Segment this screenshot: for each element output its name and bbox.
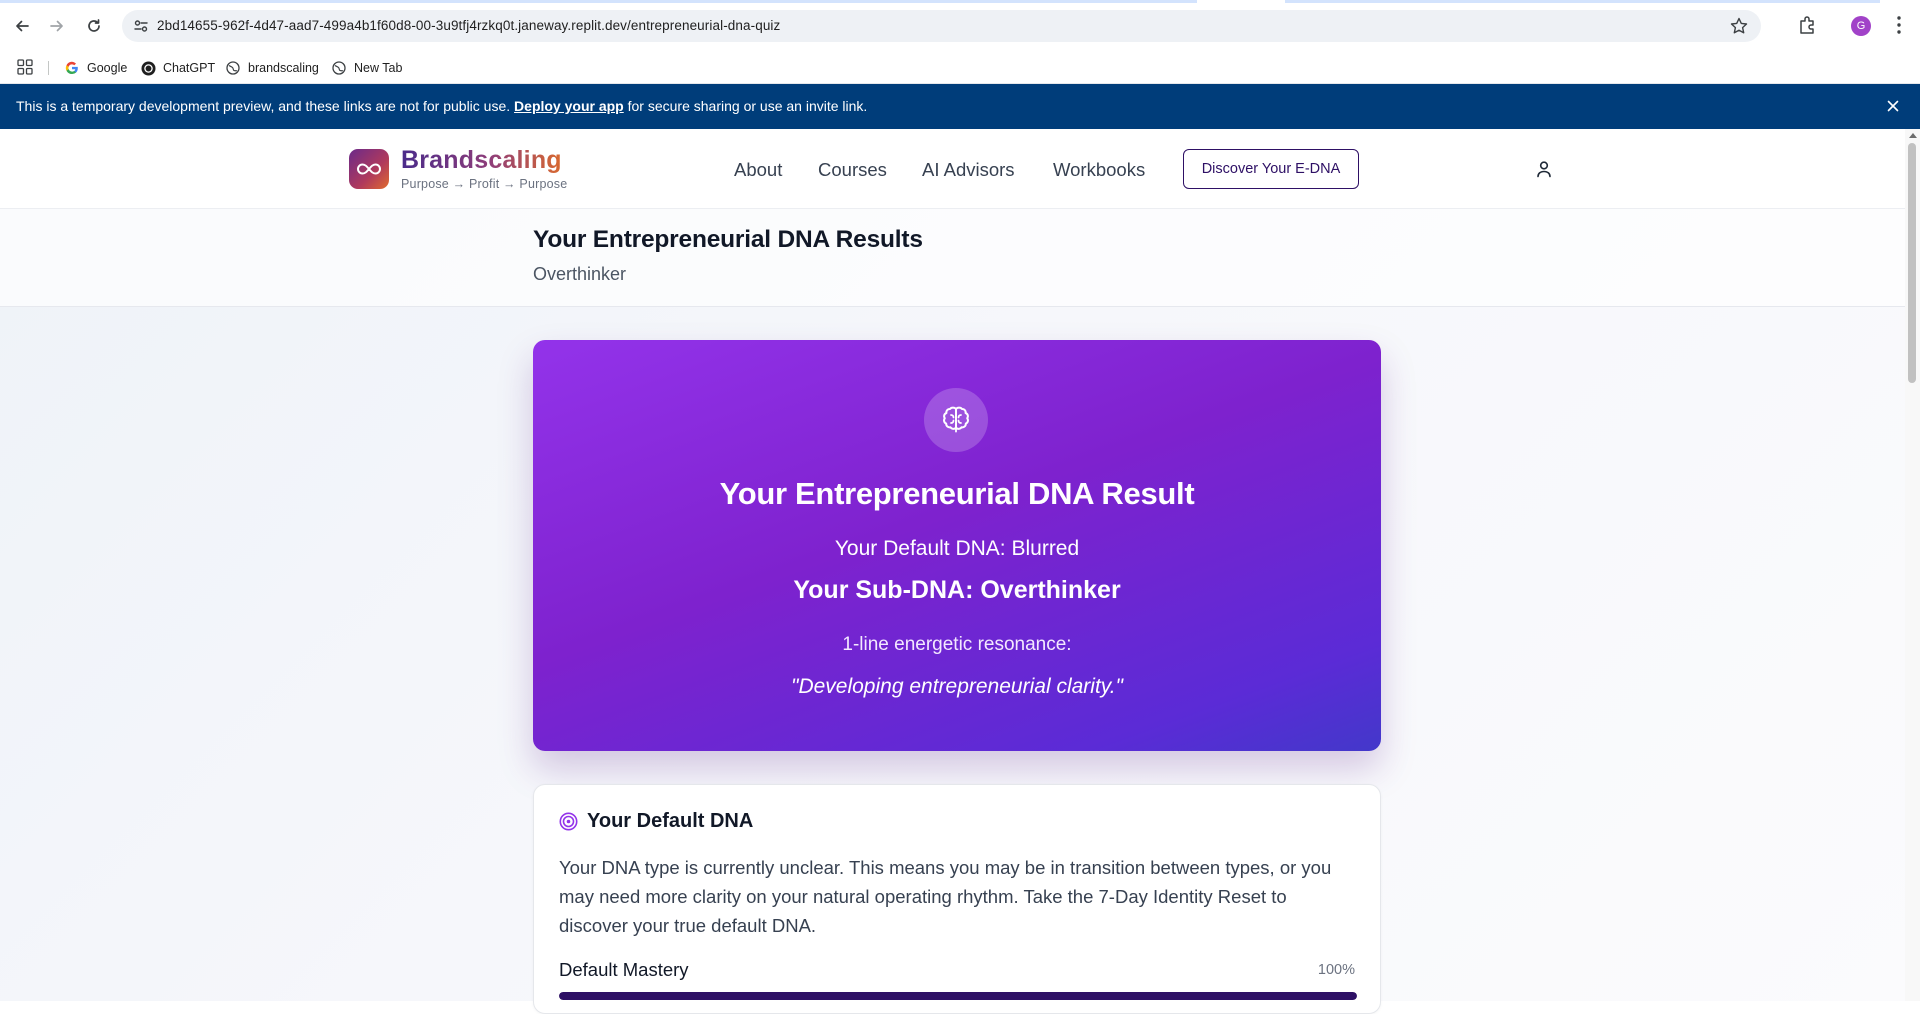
mastery-label: Default Mastery <box>559 959 689 980</box>
address-bar[interactable]: 2bd14655-962f-4d47-aad7-499a4b1f60d8-00-… <box>122 10 1761 42</box>
dna-result-card: Your Entrepreneurial DNA Result Your Def… <box>533 340 1381 751</box>
bookmark-star-icon[interactable] <box>1729 16 1749 36</box>
globe-icon <box>225 60 241 76</box>
mastery-progress-bar <box>559 992 1357 1000</box>
chatgpt-icon <box>140 60 156 76</box>
site-info-icon[interactable] <box>132 17 150 35</box>
extensions-icon[interactable] <box>1796 14 1818 36</box>
page-subtitle: Overthinker <box>533 264 627 284</box>
default-dna-title: Your Default DNA <box>587 810 754 832</box>
bookmark-label: Google <box>87 61 128 75</box>
url-text[interactable]: 2bd14655-962f-4d47-aad7-499a4b1f60d8-00-… <box>157 18 780 33</box>
page-scrollbar[interactable] <box>1905 129 1920 1001</box>
bookmark-new-tab[interactable]: New Tab <box>331 58 402 78</box>
close-icon[interactable] <box>1885 98 1901 114</box>
bookmark-chatgpt[interactable]: ChatGPT <box>140 58 215 78</box>
forward-button[interactable] <box>43 12 71 40</box>
results-header: Your Entrepreneurial DNA Results Overthi… <box>0 209 1920 307</box>
resonance-quote: "Developing entrepreneurial clarity." <box>790 675 1124 698</box>
banner-text-before: This is a temporary development preview,… <box>16 98 511 114</box>
reload-icon <box>88 19 100 32</box>
bookmark-brandscaling[interactable]: brandscaling <box>225 58 319 78</box>
mastery-progress-fill <box>559 992 1357 1000</box>
bookmark-google[interactable]: Google <box>64 58 127 78</box>
target-icon <box>559 812 578 831</box>
globe-icon <box>331 60 347 76</box>
brand-name[interactable]: Brandscaling <box>401 146 562 175</box>
result-heading: Your Entrepreneurial DNA Result <box>719 476 1195 511</box>
brain-icon <box>943 406 969 433</box>
dev-preview-banner: This is a temporary development preview,… <box>0 84 1920 129</box>
bookmarks-separator <box>48 61 49 75</box>
banner-text-after: for secure sharing or use an invite link… <box>627 98 868 114</box>
brand-logo[interactable] <box>349 149 389 189</box>
tab-strip-hint <box>0 0 1197 3</box>
page-title: Your Entrepreneurial DNA Results <box>533 226 923 253</box>
nav-courses[interactable]: Courses <box>818 159 887 181</box>
infinity-icon <box>357 163 381 175</box>
scroll-up-arrow-icon[interactable] <box>1909 133 1917 138</box>
forward-arrow-icon <box>50 20 63 32</box>
deploy-app-link[interactable]: Deploy your app <box>514 98 624 114</box>
back-button[interactable] <box>8 12 36 40</box>
google-icon <box>64 60 80 76</box>
scrollbar-thumb[interactable] <box>1908 143 1916 383</box>
back-arrow-icon <box>16 20 29 32</box>
tab-strip-hint <box>1285 0 1880 3</box>
page-content: Brandscaling Purpose → Profit → Purpose … <box>0 129 1920 1014</box>
browser-menu-icon[interactable] <box>1896 14 1902 36</box>
reload-button[interactable] <box>80 12 108 40</box>
site-header: Brandscaling Purpose → Profit → Purpose … <box>0 129 1920 209</box>
nav-workbooks[interactable]: Workbooks <box>1053 159 1145 181</box>
resonance-label: 1-line energetic resonance: <box>842 634 1072 655</box>
apps-grid-icon[interactable] <box>17 59 33 75</box>
brain-icon-badge <box>924 388 988 452</box>
banner-text: This is a temporary development preview,… <box>16 98 867 114</box>
user-icon[interactable] <box>1536 160 1552 178</box>
bookmark-label: brandscaling <box>248 61 319 75</box>
nav-about[interactable]: About <box>734 159 782 181</box>
bookmark-label: ChatGPT <box>163 61 216 75</box>
sub-dna-line: Your Sub-DNA: Overthinker <box>793 576 1121 604</box>
profile-avatar[interactable]: G <box>1851 16 1871 36</box>
browser-toolbar: 2bd14655-962f-4d47-aad7-499a4b1f60d8-00-… <box>0 0 1920 51</box>
nav-ai-advisors[interactable]: AI Advisors <box>922 159 1015 181</box>
discover-edna-button[interactable]: Discover Your E-DNA <box>1183 149 1359 189</box>
mastery-value: 100% <box>1317 962 1355 978</box>
default-dna-description: Your DNA type is currently unclear. This… <box>559 857 1332 936</box>
bookmarks-bar: Google ChatGPT brandscaling New Tab <box>0 51 1920 84</box>
default-dna-card: Your Default DNA Your DNA type is curren… <box>533 784 1381 1014</box>
bookmark-label: New Tab <box>354 61 403 75</box>
default-dna-line: Your Default DNA: Blurred <box>834 537 1080 560</box>
brand-tagline: Purpose → Profit → Purpose <box>401 177 568 191</box>
